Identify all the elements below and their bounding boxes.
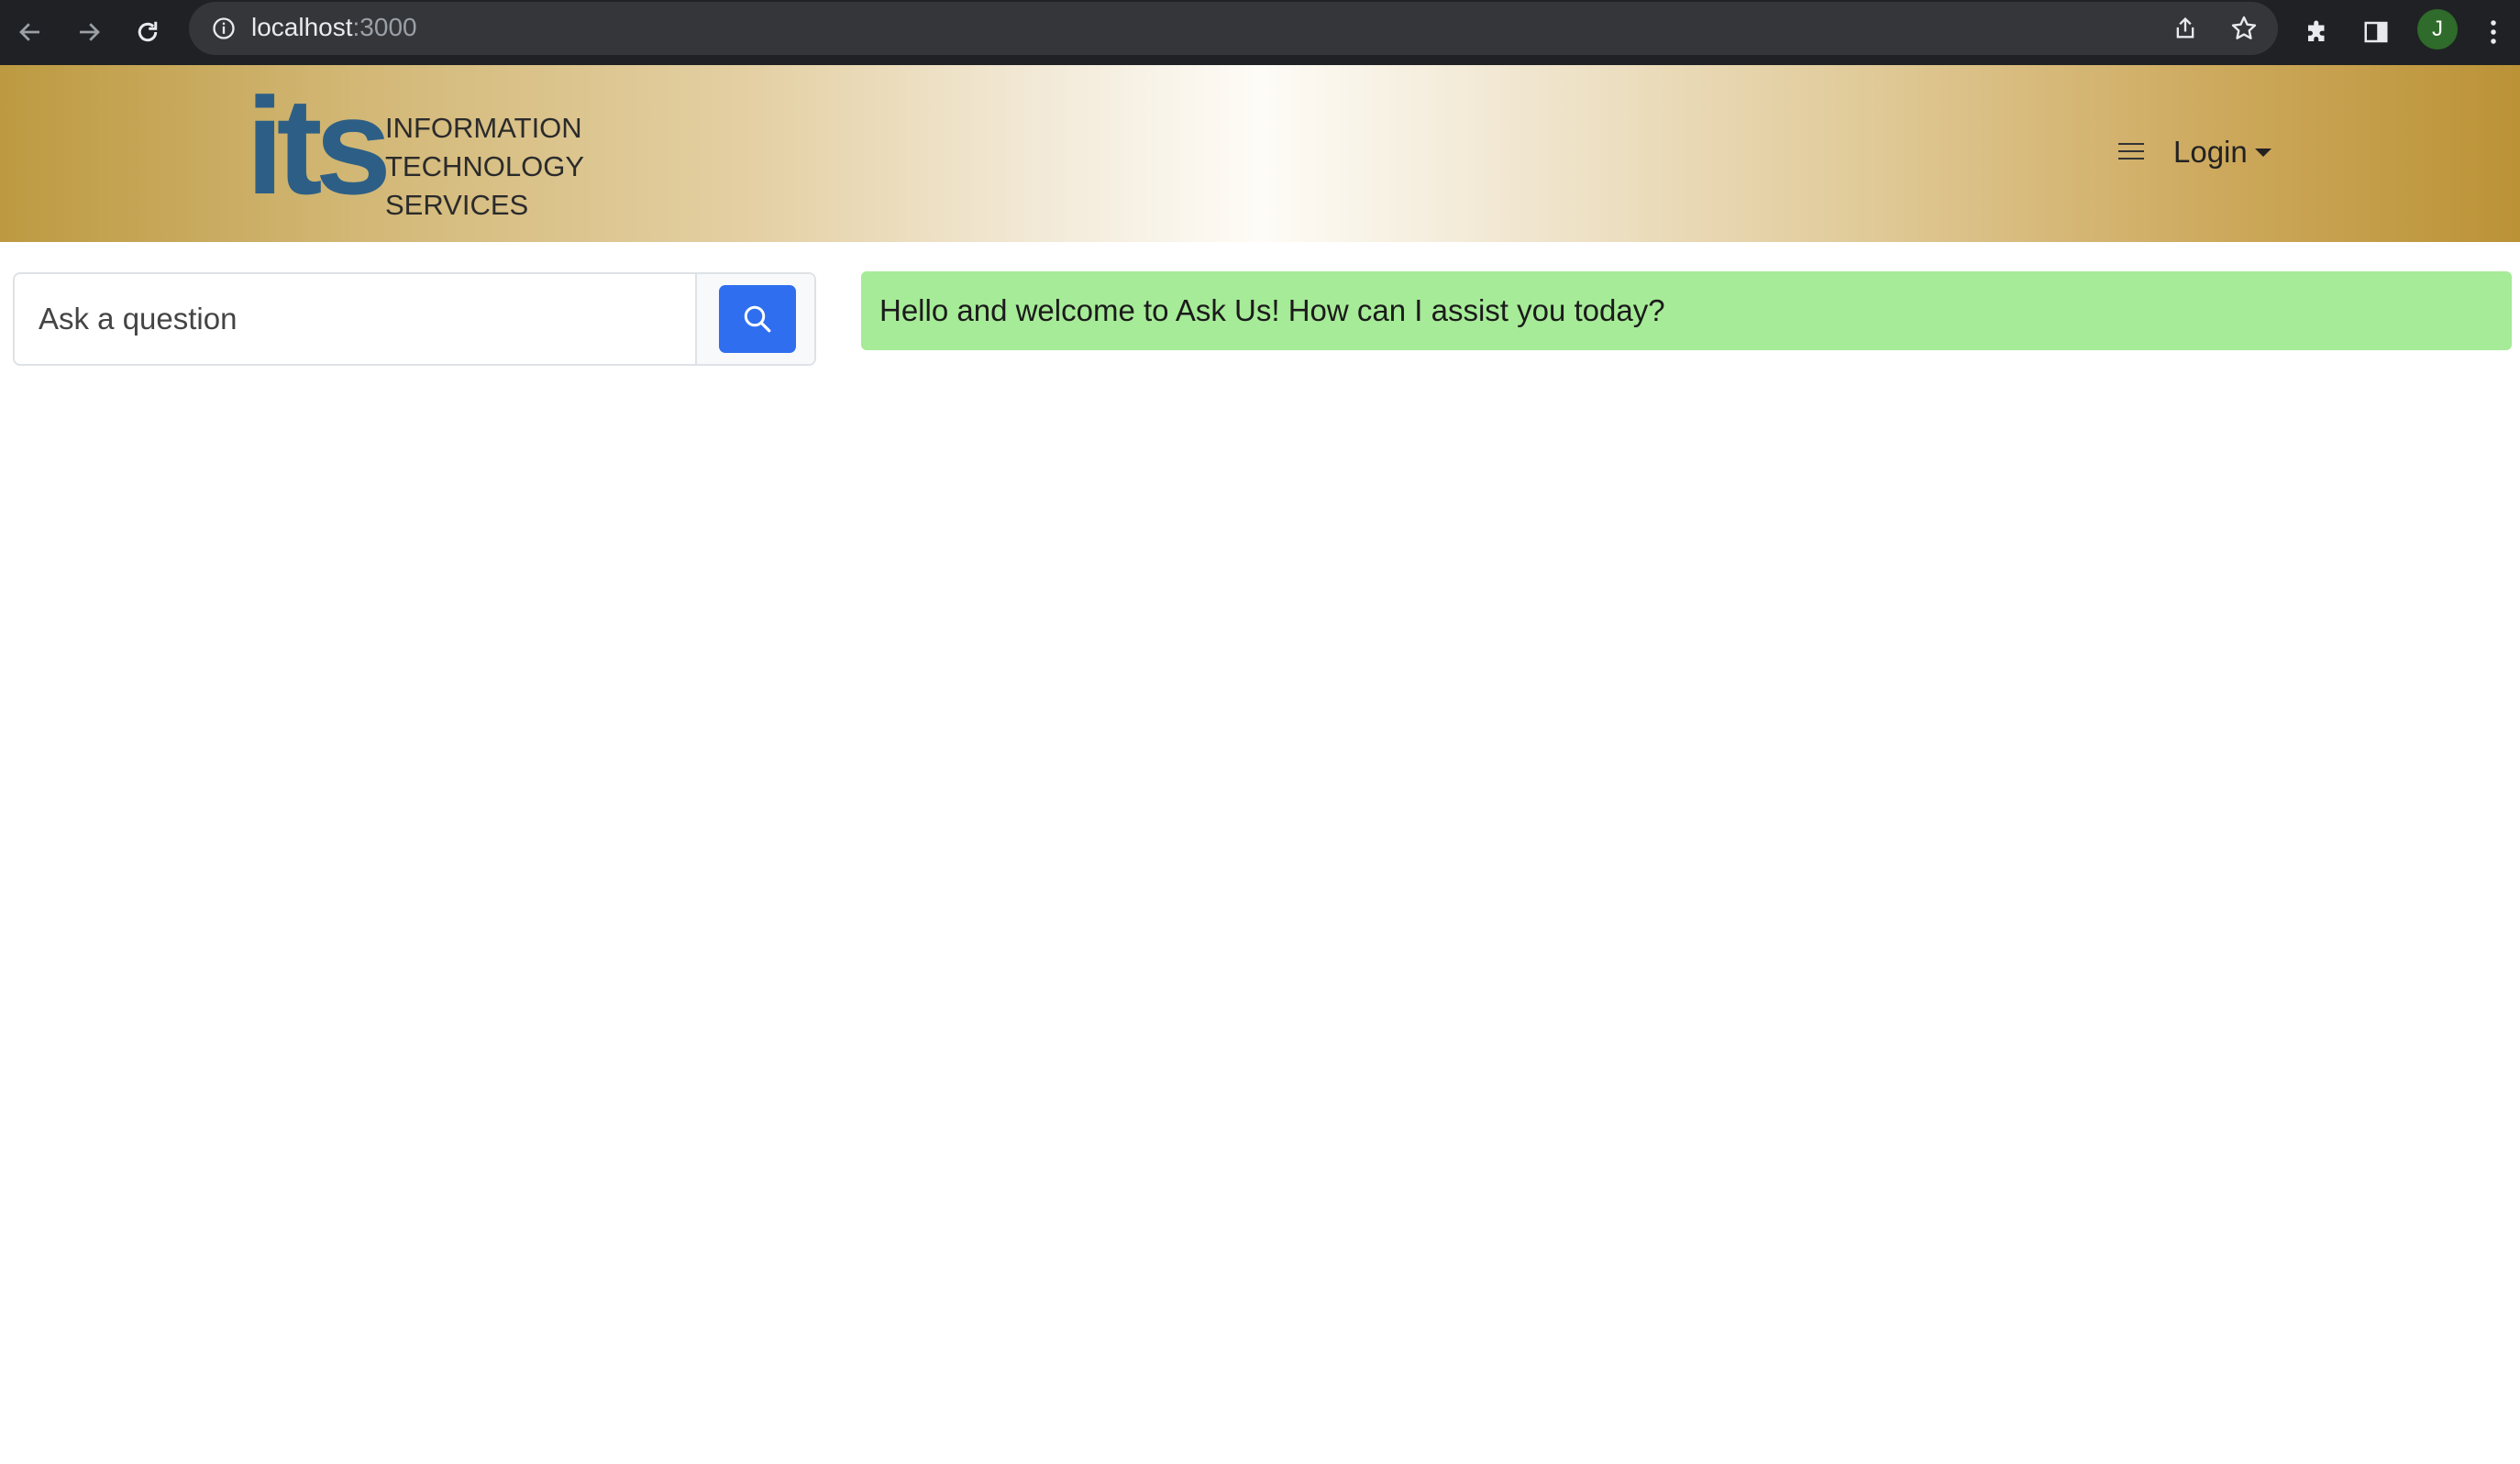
forward-button[interactable] (66, 9, 112, 55)
search-input[interactable] (15, 274, 695, 364)
site-header: its INFORMATION TECHNOLOGY SERVICES Logi… (0, 65, 2520, 242)
back-arrow-icon (19, 23, 39, 41)
caret-down-icon (2254, 148, 2271, 157)
side-panel-icon (2364, 21, 2388, 43)
address-bar[interactable]: localhost:3000 (189, 2, 2278, 55)
login-label: Login (2173, 135, 2248, 169)
back-button[interactable] (7, 9, 53, 55)
star-icon (2231, 16, 2257, 39)
forward-arrow-icon (80, 23, 100, 41)
more-vertical-icon (2491, 20, 2496, 44)
hamburger-menu-icon[interactable] (2118, 143, 2144, 165)
url-text[interactable]: localhost:3000 (251, 13, 417, 42)
extensions-button[interactable] (2294, 9, 2340, 55)
puzzle-icon (2308, 20, 2325, 41)
profile-avatar[interactable]: J (2417, 9, 2458, 50)
share-button[interactable] (2170, 13, 2201, 44)
share-icon (2176, 17, 2194, 39)
browser-toolbar: localhost:3000 J (0, 0, 2520, 65)
url-host: localhost (251, 13, 353, 41)
search-group (13, 272, 816, 366)
logo-mark: its (246, 69, 392, 223)
reload-button[interactable] (125, 9, 171, 55)
info-icon[interactable] (211, 16, 237, 41)
side-panel-button[interactable] (2353, 9, 2399, 55)
welcome-message: Hello and welcome to Ask Us! How can I a… (861, 271, 2512, 350)
logo-line: SERVICES (385, 189, 529, 221)
logo-line: TECHNOLOGY (385, 150, 585, 182)
logo-wordmark: INFORMATION TECHNOLOGY SERVICES (385, 109, 584, 225)
browser-menu-button[interactable] (2470, 9, 2516, 55)
its-logo[interactable]: its INFORMATION TECHNOLOGY SERVICES (246, 69, 584, 223)
reload-icon (138, 21, 158, 42)
logo-line: INFORMATION (385, 112, 582, 144)
login-dropdown[interactable]: Login (2173, 135, 2271, 170)
bookmark-button[interactable] (2228, 13, 2260, 44)
search-addon (695, 274, 814, 364)
url-port: :3000 (352, 13, 417, 41)
search-icon (744, 305, 771, 333)
search-button[interactable] (719, 285, 796, 353)
